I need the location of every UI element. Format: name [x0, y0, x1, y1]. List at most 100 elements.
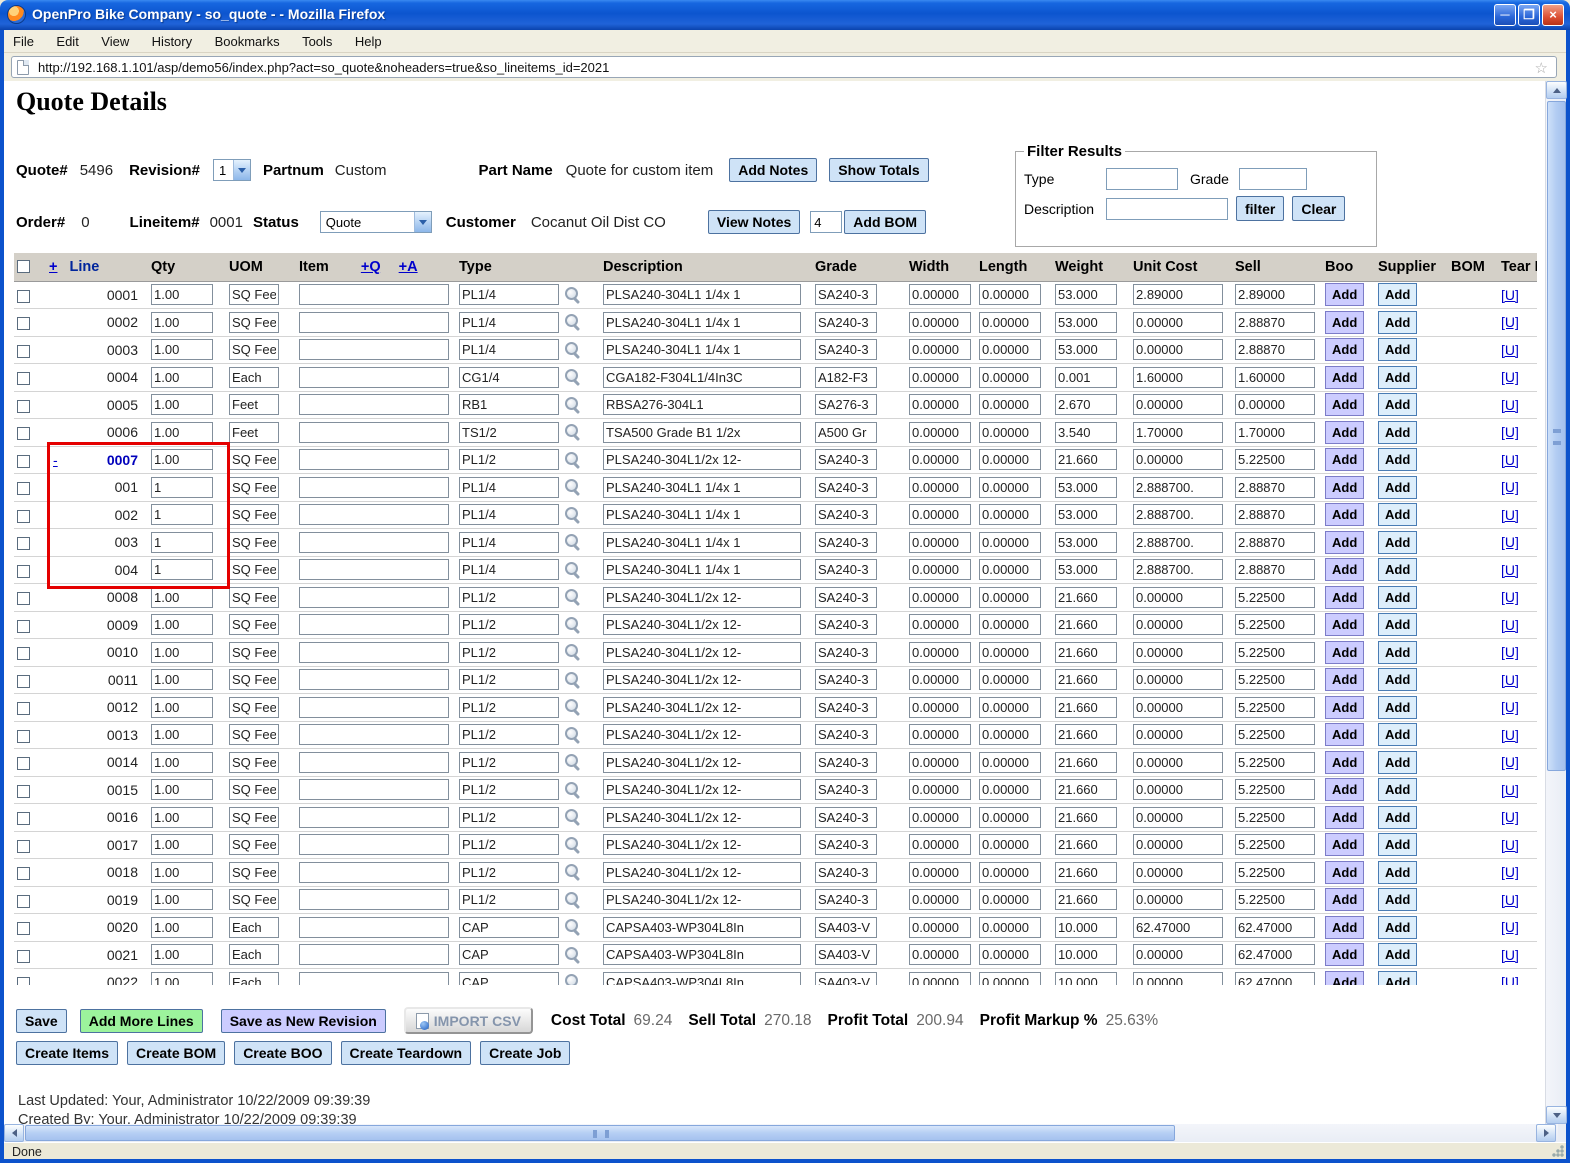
uom-input[interactable]	[229, 421, 279, 443]
search-part-icon[interactable]	[563, 369, 581, 387]
grade-input[interactable]	[815, 449, 877, 471]
search-part-icon[interactable]	[563, 919, 581, 937]
add-supplier-button[interactable]: Add	[1378, 283, 1418, 307]
search-part-icon[interactable]	[563, 506, 581, 525]
grade-input[interactable]	[815, 751, 877, 773]
unit-cost-input[interactable]	[1133, 311, 1223, 333]
type-input[interactable]	[459, 394, 559, 416]
show-totals-button[interactable]: Show Totals	[829, 158, 929, 182]
sell-input[interactable]	[1235, 916, 1315, 938]
type-input[interactable]	[459, 889, 559, 911]
sell-input[interactable]	[1235, 861, 1315, 883]
tear-u-link[interactable]: [U]	[1501, 782, 1519, 798]
grade-input[interactable]	[815, 366, 877, 388]
description-input[interactable]	[603, 311, 801, 333]
sell-input[interactable]	[1235, 504, 1315, 526]
add-supplier-button[interactable]: Add	[1378, 860, 1418, 884]
width-input[interactable]	[909, 284, 971, 306]
width-input[interactable]	[909, 889, 971, 911]
unit-cost-input[interactable]	[1133, 861, 1223, 883]
type-input[interactable]	[459, 366, 559, 388]
grade-input[interactable]	[815, 861, 877, 883]
grade-input[interactable]	[815, 504, 877, 526]
length-input[interactable]	[979, 586, 1041, 608]
sell-input[interactable]	[1235, 284, 1315, 306]
qty-input[interactable]	[151, 476, 213, 498]
grade-input[interactable]	[815, 834, 877, 856]
vertical-scrollbar[interactable]	[1545, 81, 1567, 1124]
tear-u-link[interactable]: [U]	[1501, 892, 1519, 908]
search-part-icon[interactable]	[563, 451, 581, 470]
uom-input[interactable]	[229, 586, 279, 608]
add-boo-button[interactable]: Add	[1325, 338, 1365, 362]
uom-input[interactable]	[229, 641, 279, 663]
item-input[interactable]	[299, 531, 449, 553]
type-input[interactable]	[459, 421, 559, 443]
description-input[interactable]	[603, 751, 801, 773]
item-input[interactable]	[299, 779, 449, 801]
item-input[interactable]	[299, 449, 449, 471]
unit-cost-input[interactable]	[1133, 916, 1223, 938]
qty-input[interactable]	[151, 339, 213, 361]
grade-input[interactable]	[815, 889, 877, 911]
qty-input[interactable]	[151, 751, 213, 773]
row-checkbox[interactable]	[17, 922, 30, 936]
width-input[interactable]	[909, 339, 971, 361]
weight-input[interactable]	[1055, 834, 1117, 856]
grade-input[interactable]	[815, 614, 877, 636]
tear-u-link[interactable]: [U]	[1501, 864, 1519, 880]
uom-input[interactable]	[229, 889, 279, 911]
description-input[interactable]	[603, 779, 801, 801]
weight-input[interactable]	[1055, 861, 1117, 883]
tear-u-link[interactable]: [U]	[1501, 754, 1519, 770]
description-input[interactable]	[603, 641, 801, 663]
unit-cost-input[interactable]	[1133, 531, 1223, 553]
type-input[interactable]	[459, 504, 559, 526]
description-input[interactable]	[603, 696, 801, 718]
row-checkbox[interactable]	[17, 674, 30, 688]
weight-input[interactable]	[1055, 504, 1117, 526]
row-checkbox[interactable]	[17, 894, 30, 908]
uom-input[interactable]	[229, 971, 279, 985]
type-input[interactable]	[459, 751, 559, 773]
save-as-new-revision-button[interactable]: Save as New Revision	[220, 1008, 386, 1033]
width-input[interactable]	[909, 916, 971, 938]
row-checkbox[interactable]	[17, 537, 30, 551]
weight-input[interactable]	[1055, 971, 1117, 985]
status-select[interactable]: Quote	[319, 211, 432, 233]
type-input[interactable]	[459, 531, 559, 553]
length-input[interactable]	[979, 531, 1041, 553]
width-input[interactable]	[909, 971, 971, 985]
search-part-icon[interactable]	[563, 974, 581, 985]
sell-input[interactable]	[1235, 834, 1315, 856]
weight-input[interactable]	[1055, 889, 1117, 911]
length-input[interactable]	[979, 696, 1041, 718]
uom-input[interactable]	[229, 476, 279, 498]
add-boo-button[interactable]: Add	[1325, 503, 1365, 527]
unit-cost-input[interactable]	[1133, 476, 1223, 498]
search-part-icon[interactable]	[563, 286, 581, 305]
add-boo-button[interactable]: Add	[1325, 668, 1365, 692]
weight-input[interactable]	[1055, 669, 1117, 691]
search-part-icon[interactable]	[563, 891, 581, 910]
create-items-button[interactable]: Create Items	[16, 1041, 119, 1065]
add-supplier-button[interactable]: Add	[1378, 888, 1418, 912]
tear-u-link[interactable]: [U]	[1501, 672, 1519, 688]
add-boo-button[interactable]: Add	[1325, 475, 1365, 499]
uom-input[interactable]	[229, 861, 279, 883]
search-part-icon[interactable]	[563, 864, 581, 882]
menu-tools[interactable]: Tools	[293, 30, 341, 52]
grade-input[interactable]	[815, 944, 877, 966]
tear-u-link[interactable]: [U]	[1501, 809, 1519, 825]
qty-input[interactable]	[151, 284, 213, 306]
add-boo-button[interactable]: Add	[1325, 970, 1365, 985]
type-input[interactable]	[459, 779, 559, 801]
length-input[interactable]	[979, 421, 1041, 443]
scroll-up-button[interactable]	[1546, 81, 1567, 99]
qty-input[interactable]	[151, 641, 213, 663]
width-input[interactable]	[909, 861, 971, 883]
qty-input[interactable]	[151, 449, 213, 471]
sell-input[interactable]	[1235, 751, 1315, 773]
tear-u-link[interactable]: [U]	[1501, 727, 1519, 743]
row-checkbox[interactable]	[17, 564, 30, 578]
